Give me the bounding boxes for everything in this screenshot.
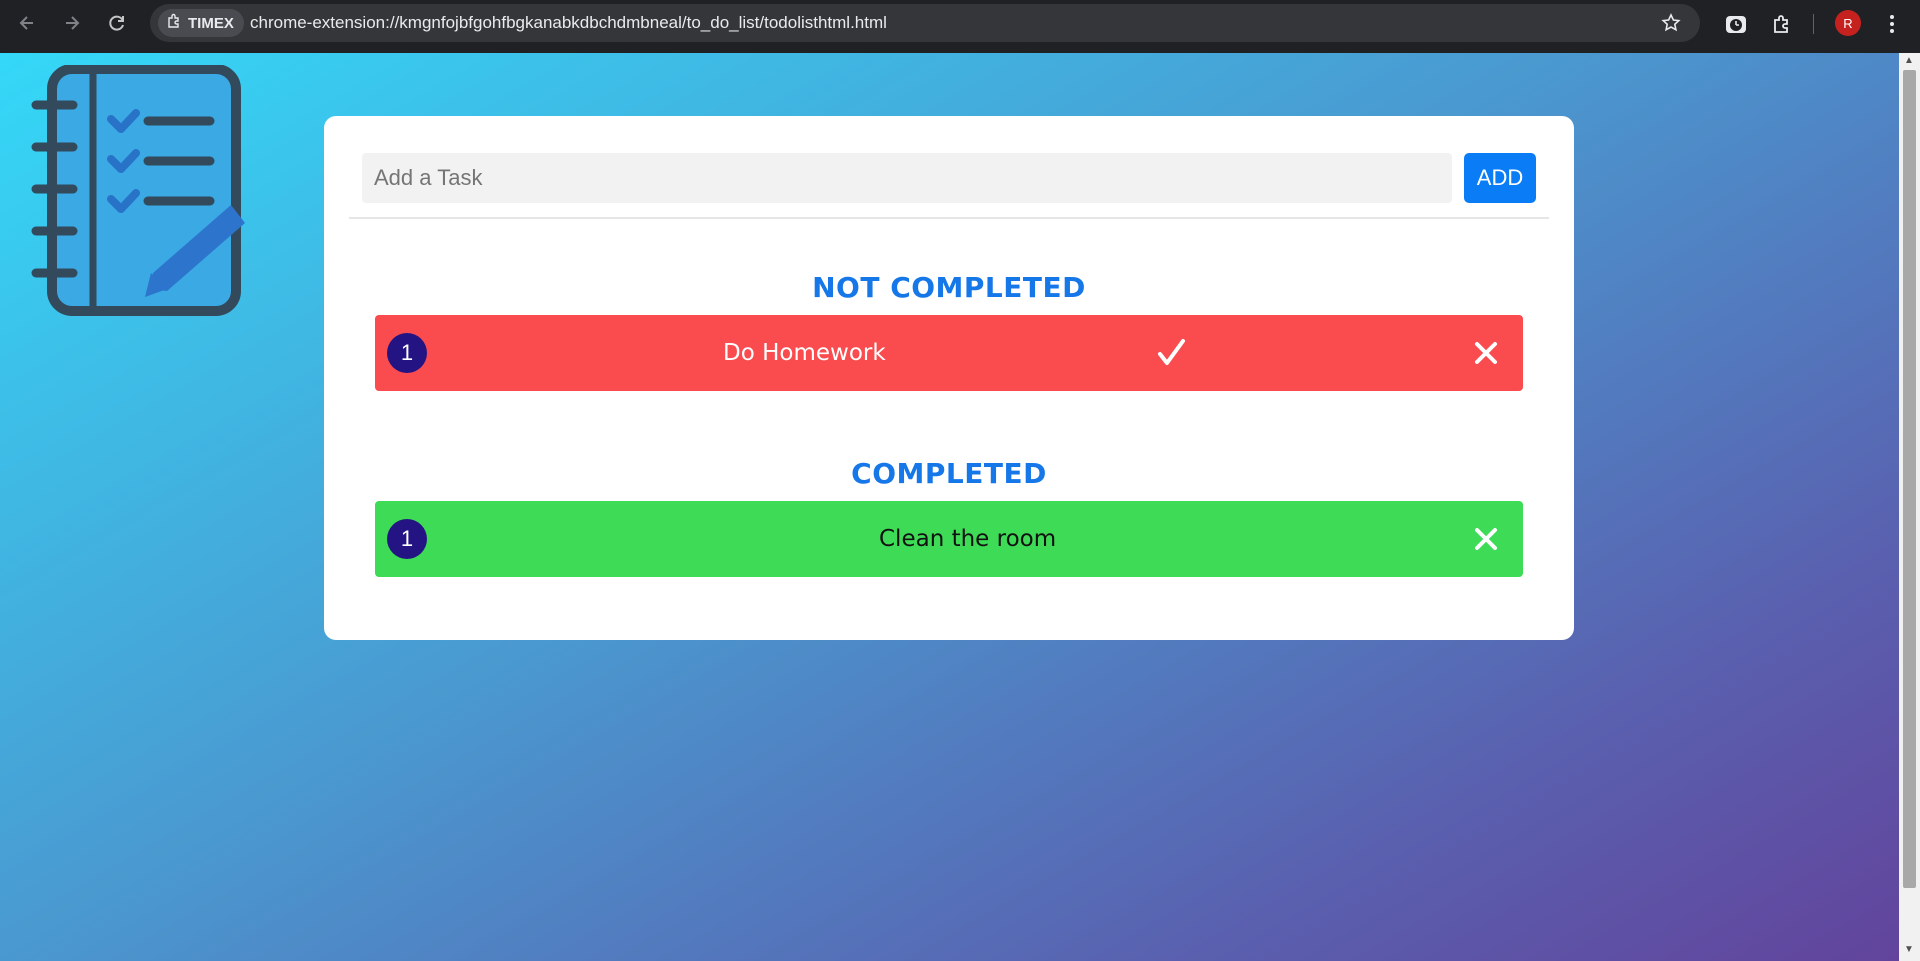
toolbar-separator (1813, 14, 1814, 34)
forward-icon[interactable] (57, 8, 87, 38)
extension-chip[interactable]: TIMEX (158, 9, 244, 37)
more-icon[interactable] (1878, 10, 1906, 38)
scroll-up-icon[interactable]: ▲ (1904, 55, 1914, 66)
not-completed-title: NOT COMPLETED (812, 271, 1086, 304)
address-bar[interactable]: TIMEX chrome-extension://kmgnfojbfgohfbg… (150, 4, 1700, 42)
profile-avatar[interactable]: R (1835, 10, 1861, 36)
delete-x-icon[interactable] (1466, 519, 1506, 559)
checklist-notebook-icon (31, 65, 245, 316)
extension-icon (166, 13, 182, 33)
url-text[interactable]: chrome-extension://kmgnfojbfgohfbgkanabk… (250, 4, 887, 42)
reload-icon[interactable] (102, 8, 132, 38)
extension-chip-label: TIMEX (188, 14, 234, 32)
scroll-down-icon[interactable]: ▼ (1904, 944, 1914, 955)
back-icon[interactable] (12, 8, 42, 38)
task-input[interactable] (362, 153, 1452, 203)
scrollbar-thumb[interactable] (1903, 70, 1916, 888)
add-button[interactable]: ADD (1464, 153, 1536, 203)
divider (349, 217, 1549, 219)
task-text: Clean the room (879, 526, 1057, 552)
puzzle-icon[interactable] (1768, 10, 1796, 38)
task-text: Do Homework (723, 340, 886, 366)
completed-title: COMPLETED (851, 457, 1047, 490)
task-number-badge: 1 (387, 519, 427, 559)
completed-task-row: 1 Clean the room (375, 501, 1523, 577)
not-completed-task-row: 1 Do Homework (375, 315, 1523, 391)
todo-card: ADD NOT COMPLETED 1 Do Homework COMPLETE… (324, 116, 1574, 640)
delete-x-icon[interactable] (1466, 333, 1506, 373)
timer-icon[interactable] (1722, 10, 1750, 38)
browser-toolbar: TIMEX chrome-extension://kmgnfojbfgohfbg… (0, 0, 1920, 53)
task-number-badge: 1 (387, 333, 427, 373)
page-background: ADD NOT COMPLETED 1 Do Homework COMPLETE… (0, 53, 1899, 961)
star-icon[interactable] (1658, 10, 1684, 36)
complete-check-icon[interactable] (1151, 333, 1191, 373)
